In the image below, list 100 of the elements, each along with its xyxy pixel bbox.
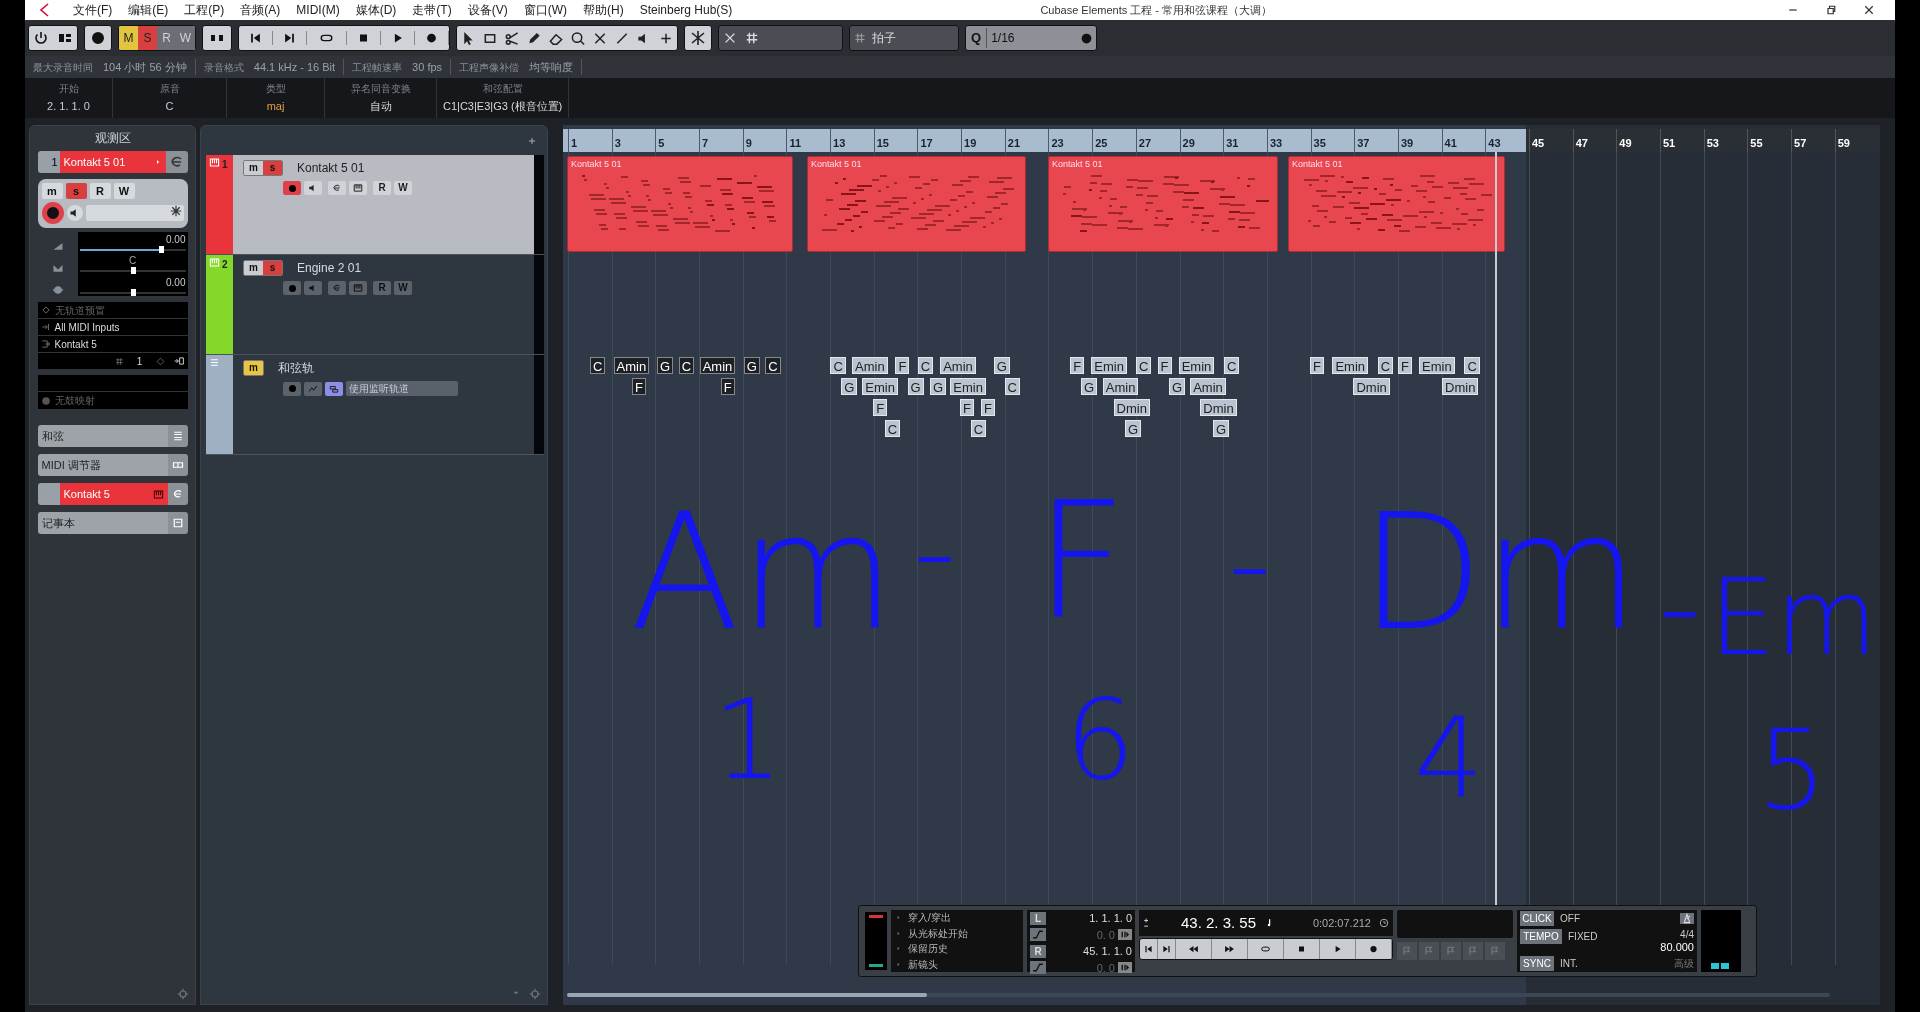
quantize-dropdown[interactable]: Q 1/16 <box>965 25 1097 51</box>
midi-output-icon[interactable] <box>172 356 185 366</box>
marker-icon[interactable] <box>1397 942 1417 960</box>
chord-event[interactable]: C <box>1004 378 1020 395</box>
state-toggle-button[interactable]: m <box>244 161 263 175</box>
section-icon[interactable] <box>167 454 188 476</box>
time-signature[interactable]: 4/4 <box>1680 929 1694 941</box>
chord-event[interactable]: C <box>884 420 900 437</box>
section-icon[interactable] <box>167 483 188 505</box>
chord-event[interactable]: Amin <box>699 357 736 374</box>
midi-channel-field[interactable]: 1 <box>131 353 148 369</box>
chord-event[interactable]: C <box>1135 357 1152 374</box>
state-toggle-button[interactable]: s <box>65 183 87 199</box>
state-toggle-button[interactable]: W <box>113 183 135 199</box>
inspector-section-header[interactable]: MIDI 调节器 <box>37 454 168 476</box>
close-icon[interactable] <box>1863 4 1875 16</box>
chord-event[interactable]: C <box>678 357 694 374</box>
chord-event[interactable]: F <box>720 378 735 395</box>
menu-item[interactable]: 走带(T) <box>404 1 460 19</box>
menu-item[interactable]: 文件(F) <box>65 1 121 19</box>
chord-event[interactable]: G <box>656 357 674 374</box>
chord-event[interactable]: F <box>873 399 888 416</box>
chord-event[interactable]: Dmin <box>1442 378 1479 395</box>
track-name[interactable]: 和弦轨 <box>278 359 314 377</box>
chord-event[interactable]: Dmin <box>1200 399 1237 416</box>
routing-field[interactable]: Kontakt 5 <box>37 336 188 353</box>
menu-item[interactable]: 工程(P) <box>176 1 233 19</box>
chord-event[interactable]: C <box>1464 357 1480 374</box>
piano-icon[interactable] <box>349 281 367 295</box>
track-name-field[interactable]: Kontakt 5 01 <box>59 151 166 173</box>
chord-event[interactable]: Emin <box>862 378 898 395</box>
chord-event[interactable]: G <box>993 357 1010 374</box>
add-track-icon[interactable] <box>527 136 537 146</box>
chord-event[interactable]: C <box>970 420 987 437</box>
chord-event[interactable]: C <box>765 357 781 374</box>
chord-event[interactable]: G <box>929 378 947 395</box>
chord-event[interactable]: G <box>1213 420 1230 437</box>
edit-instrument-icon[interactable] <box>165 151 188 173</box>
ramp-icon[interactable] <box>1030 961 1046 975</box>
automation-button[interactable]: W <box>394 181 412 195</box>
ramp-icon[interactable] <box>1030 928 1046 942</box>
inspector-section-header[interactable]: 和弦 <box>37 425 168 447</box>
restore-icon[interactable] <box>1825 4 1837 16</box>
state-toggle-button[interactable]: R <box>89 183 111 199</box>
chord-event[interactable]: G <box>1169 378 1186 395</box>
chord-voicing-icon[interactable] <box>325 381 343 396</box>
chord-event[interactable]: Amin <box>1190 378 1226 395</box>
track-name[interactable]: Engine 2 01 <box>297 259 362 277</box>
horizontal-scrollbar[interactable] <box>567 993 1830 997</box>
chord-event[interactable]: C <box>830 357 846 374</box>
snap-type-dropdown[interactable]: 拍子 <box>849 25 959 51</box>
marker-icon[interactable] <box>1463 942 1483 960</box>
chord-event[interactable]: Emin <box>1332 357 1368 374</box>
chord-event[interactable]: C <box>589 357 606 374</box>
marker-icon[interactable] <box>1485 942 1505 960</box>
chord-event[interactable]: F <box>1310 357 1324 374</box>
inspector-section-header[interactable]: Kontakt 5 <box>59 483 168 505</box>
menu-item[interactable]: 媒体(D) <box>347 1 405 19</box>
state-toggle-button[interactable]: M <box>119 26 138 50</box>
state-toggle-button[interactable]: m <box>41 183 63 199</box>
chord-event[interactable]: Amin <box>852 357 888 374</box>
monitor-speaker-icon[interactable] <box>304 181 322 195</box>
chord-event[interactable]: F <box>959 399 974 416</box>
chord-event[interactable]: Emin <box>1419 357 1455 374</box>
chord-event[interactable]: F <box>980 399 995 416</box>
fader-thumb[interactable] <box>159 246 165 254</box>
locator-position[interactable]: 1. 1. 1. 0 <box>1046 910 1132 927</box>
chord-event[interactable]: F <box>895 357 910 374</box>
chord-event[interactable]: Emin <box>950 378 986 395</box>
monitor-track-dropdown[interactable]: 使用监听轨道 <box>346 381 458 396</box>
metronome-icon[interactable] <box>1680 913 1694 925</box>
track-name[interactable]: Kontakt 5 01 <box>297 159 365 177</box>
mode-icon[interactable] <box>1118 929 1132 941</box>
menu-item[interactable]: 设备(V) <box>459 1 516 19</box>
menu-item[interactable]: 帮助(H) <box>575 1 632 19</box>
locator-button[interactable]: R <box>1030 944 1046 958</box>
fader-thumb[interactable] <box>130 267 136 275</box>
fader-track[interactable] <box>79 270 186 273</box>
record-mode-option[interactable]: 从光标处开始 <box>908 925 968 941</box>
chord-event[interactable]: Dmin <box>1113 399 1150 416</box>
menu-item[interactable]: Steinberg Hub(S) <box>631 1 741 19</box>
chord-event[interactable]: G <box>907 378 924 395</box>
track-row[interactable]: m 和弦轨 使用监听轨道 <box>206 355 544 455</box>
chord-event[interactable]: G <box>1125 420 1142 437</box>
chord-event[interactable]: Amin <box>940 357 976 374</box>
edit-instrument-icon[interactable] <box>328 181 346 195</box>
chord-event[interactable]: C <box>1377 357 1394 374</box>
state-toggle-button[interactable]: S <box>138 26 157 50</box>
sync-button[interactable]: SYNC <box>1520 955 1554 971</box>
record-mode-option[interactable]: 新镜头 <box>908 956 938 972</box>
monitor-speaker-icon[interactable] <box>66 205 83 221</box>
fader-track[interactable] <box>79 291 186 294</box>
menu-item[interactable]: 编辑(E) <box>120 1 177 19</box>
chord-event[interactable]: Amin <box>613 357 650 374</box>
section-handle[interactable] <box>37 483 60 505</box>
tempo-button[interactable]: TEMPO <box>1520 929 1562 944</box>
menu-item[interactable]: 窗口(W) <box>515 1 575 19</box>
record-enable-button[interactable] <box>283 181 301 195</box>
settings-icon[interactable] <box>529 988 541 1000</box>
chord-event[interactable]: F <box>1157 357 1172 374</box>
